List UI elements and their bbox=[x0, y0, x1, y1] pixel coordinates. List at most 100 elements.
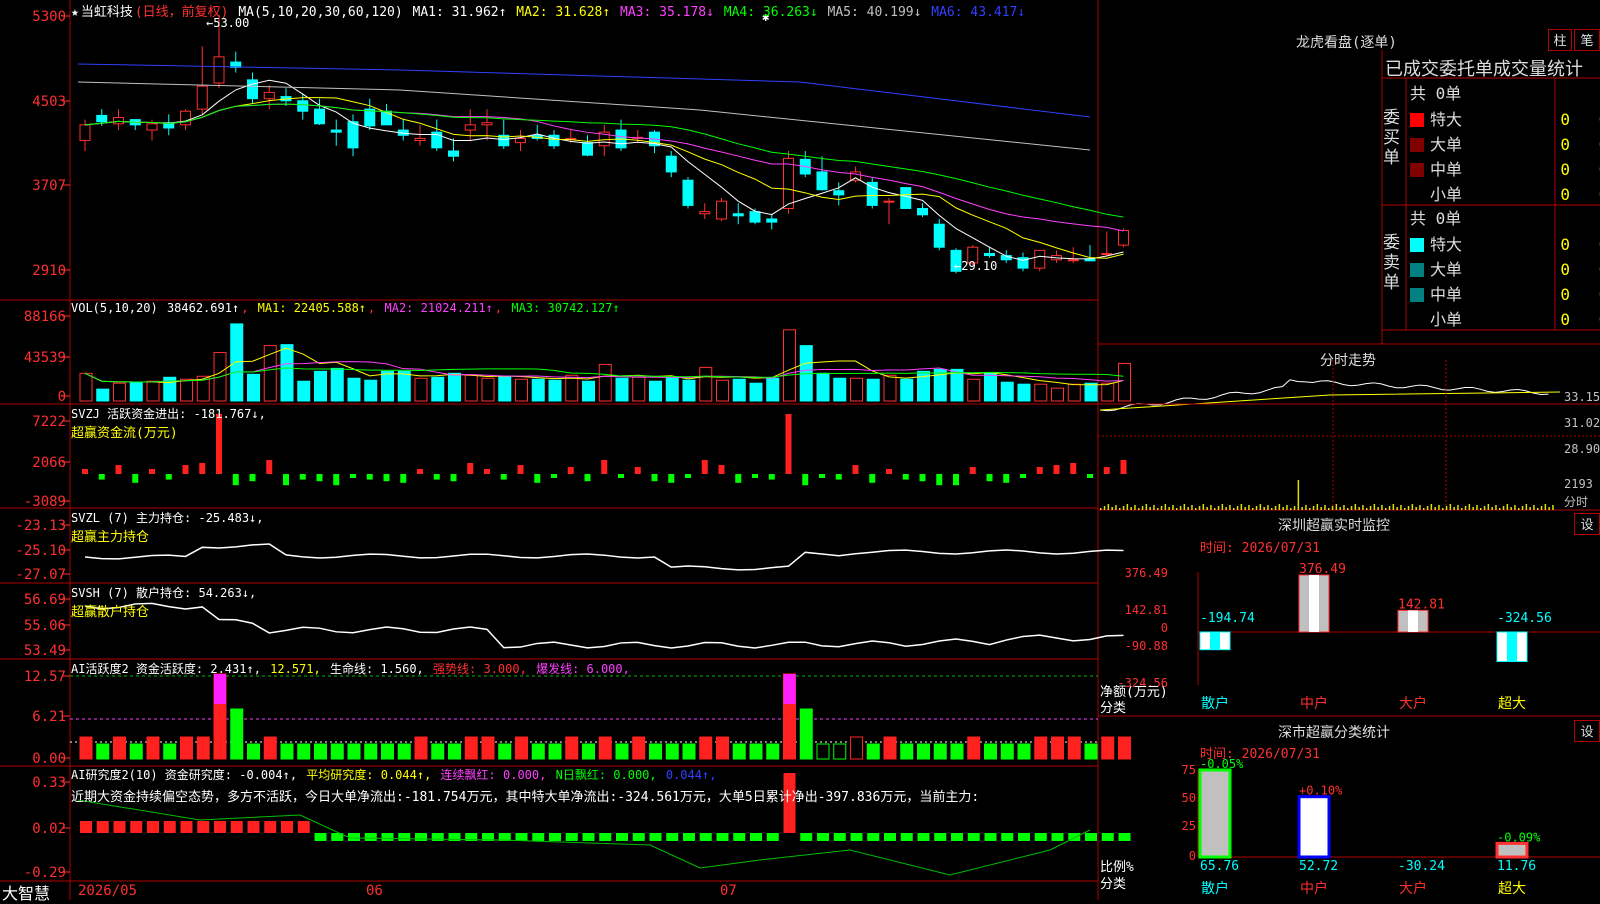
candle-body bbox=[213, 56, 225, 84]
favorite-star-icon[interactable]: ★ bbox=[71, 5, 79, 20]
main-chart-area: 5300 4503 3707 2910 88166 43539 0 7222 2066 -3089… bbox=[0, 0, 1600, 900]
svzj-header: SVZJ 活跃资金进出: -181.767↓, 超赢资金流(万元) bbox=[71, 405, 266, 441]
ss-axis-2: 25 bbox=[1182, 819, 1196, 833]
ma-title: MA(5,10,20,30,60,120) bbox=[238, 5, 403, 20]
volume-bar bbox=[699, 366, 713, 402]
volume-bar bbox=[397, 370, 411, 402]
intraday-volume-bar bbox=[1248, 505, 1250, 510]
axis-ai1-0: 12.57 bbox=[24, 669, 66, 685]
intraday-volume-bar bbox=[1126, 504, 1129, 510]
fund-flow-bar bbox=[1087, 474, 1093, 478]
intraday-volume-bar bbox=[1153, 505, 1155, 510]
fund-flow-bar bbox=[417, 469, 423, 474]
candle-body bbox=[699, 211, 711, 215]
intraday-volume-bar bbox=[1122, 506, 1125, 510]
x-label-jul: 07 bbox=[720, 883, 737, 899]
intraday-volume-bar bbox=[1278, 504, 1281, 510]
activity-bar bbox=[498, 743, 512, 760]
volume-bar bbox=[582, 380, 595, 402]
color-swatch bbox=[1410, 113, 1424, 127]
vol-title: VOL(5,10,20) bbox=[71, 301, 158, 315]
research-bar bbox=[683, 833, 695, 841]
activity-bar bbox=[146, 736, 160, 760]
intraday-volume-bar bbox=[1369, 506, 1372, 510]
ss-settings-button[interactable]: 设 bbox=[1574, 720, 1600, 742]
order-count: 0 bbox=[1560, 285, 1570, 304]
fs-axis-3: 28.90 bbox=[1564, 442, 1600, 456]
intraday-volume-bar bbox=[1331, 506, 1334, 510]
ss-bottom-0: 65.76 bbox=[1200, 859, 1239, 874]
intraday-title: 分时走势 bbox=[1320, 353, 1376, 369]
candle-body bbox=[297, 100, 309, 112]
ss-axis-1: 50 bbox=[1182, 791, 1196, 805]
buy-orders-label: 委买单 bbox=[1383, 108, 1400, 168]
ma-line-5 bbox=[77, 81, 1091, 151]
intraday-volume-bar bbox=[1350, 506, 1353, 510]
intraday-volume-bar bbox=[1480, 508, 1482, 510]
intraday-volume-bar bbox=[1430, 504, 1433, 510]
axis-price-0: 5300 bbox=[32, 9, 66, 25]
sz-cat-1: 中户 bbox=[1300, 695, 1328, 712]
bar-view-button[interactable]: 柱 bbox=[1548, 29, 1572, 51]
axis-price-2: 3707 bbox=[32, 178, 66, 194]
fund-flow-bar bbox=[400, 474, 407, 483]
intraday-volume-bar bbox=[1499, 508, 1501, 510]
ss-axis-0: 75 bbox=[1182, 763, 1196, 777]
intraday-volume-bar bbox=[1487, 504, 1490, 510]
activity-bar bbox=[481, 736, 495, 760]
research-bar bbox=[96, 821, 109, 833]
volume-bar bbox=[850, 377, 863, 402]
volume-bar bbox=[96, 388, 110, 402]
volume-bar bbox=[1067, 383, 1081, 402]
intraday-volume-bar bbox=[1141, 506, 1144, 510]
volume-bar bbox=[113, 382, 126, 402]
volume-bar bbox=[682, 379, 696, 402]
fund-flow-bar bbox=[785, 414, 792, 474]
candle-body bbox=[917, 208, 928, 216]
volume-bar bbox=[297, 380, 311, 402]
volume-bar bbox=[247, 373, 260, 402]
volume-bar bbox=[749, 382, 763, 402]
order-size-label: 大单 bbox=[1430, 260, 1463, 279]
intraday-volume-bar bbox=[1259, 504, 1262, 510]
activity-bar bbox=[314, 743, 327, 760]
intraday-volume-bar bbox=[1252, 508, 1254, 510]
axis-vol-0: 88166 bbox=[24, 309, 66, 325]
research-bar bbox=[733, 833, 746, 841]
volume-bar bbox=[180, 378, 193, 402]
ai1-v5: 爆发线: 6.000, bbox=[536, 662, 630, 676]
intraday-volume-bar bbox=[1111, 507, 1113, 510]
intraday-volume-bar bbox=[1339, 507, 1341, 510]
activity-bar bbox=[263, 736, 277, 760]
intraday-volume-bar bbox=[1217, 506, 1220, 510]
fund-flow-bar bbox=[802, 474, 809, 486]
intraday-volume-bar bbox=[1385, 508, 1387, 510]
activity-bar bbox=[531, 743, 545, 760]
sz-settings-button[interactable]: 设 bbox=[1574, 513, 1600, 535]
candle-body bbox=[732, 213, 744, 217]
fund-flow-bar bbox=[718, 465, 725, 474]
activity-bar bbox=[598, 736, 612, 760]
research-bar bbox=[364, 833, 377, 841]
candle-body bbox=[180, 110, 191, 126]
volume-bar bbox=[883, 374, 897, 402]
svsh-header: SVSH (7) 散户持仓: 54.263↓, 超赢散户持仓 bbox=[71, 584, 256, 620]
intraday-volume-bar bbox=[1472, 507, 1474, 510]
volume-bar bbox=[381, 370, 394, 402]
ai2-v5: 0.044↑, bbox=[665, 768, 717, 782]
svsh-sub: 超赢散户持仓 bbox=[71, 605, 150, 620]
intraday-volume-bar bbox=[1100, 508, 1102, 510]
volume-bar bbox=[1101, 382, 1115, 402]
intraday-volume-bar bbox=[1457, 505, 1459, 510]
activity-bar bbox=[330, 743, 344, 760]
ma-value-5: MA5: 40.199↓ bbox=[827, 5, 930, 20]
intraday-volume-bar bbox=[1149, 507, 1151, 510]
tick-view-button[interactable]: 笔 bbox=[1574, 29, 1600, 51]
svsh-title: SVSH (7) 散户持仓: 54.263↓, bbox=[71, 586, 257, 600]
research-bar bbox=[934, 833, 947, 841]
order-count: 0 bbox=[1560, 135, 1570, 154]
fund-flow-bar bbox=[115, 465, 122, 474]
volume-bar bbox=[515, 378, 528, 402]
ss-bar bbox=[1297, 795, 1331, 859]
candle-body bbox=[448, 150, 459, 157]
